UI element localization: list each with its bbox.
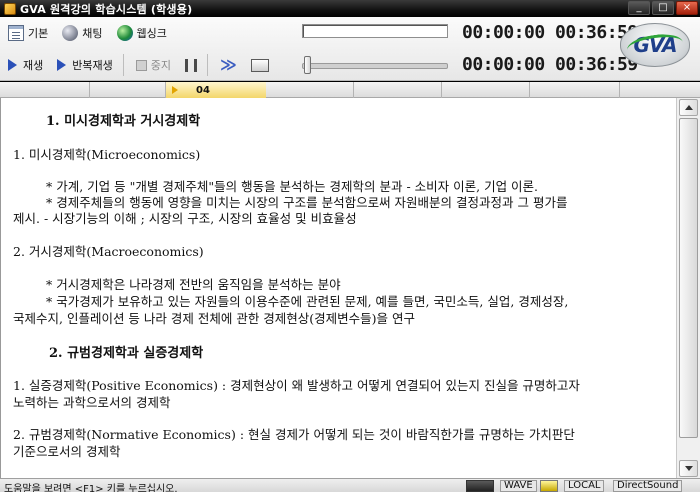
status-wave: WAVE: [500, 480, 537, 492]
window-controls: _ □ ×: [628, 1, 698, 15]
toolbar-row-bottom: 재생 반복재생 중지 ≫: [0, 50, 279, 80]
bullet-continuation: 국제수지, 인플레이션 등 나라 경제 전체에 관한 경제현상(경제변수들)을 …: [13, 311, 416, 326]
status-help-text: 도움말을 보려면 <F1> 키를 누르십시오.: [4, 484, 178, 492]
toolbar-row-top: 기본 채팅 웹싱크: [0, 18, 173, 48]
close-button[interactable]: ×: [676, 1, 698, 15]
exit-icon: [250, 58, 269, 72]
gva-logo: GVA: [620, 23, 690, 67]
audio-device-icon: [466, 480, 494, 492]
chapter-segment[interactable]: [266, 82, 354, 98]
globe-icon: [116, 25, 133, 41]
chapter-segment[interactable]: [0, 82, 90, 98]
scroll-down-button[interactable]: [679, 460, 698, 477]
seek-slider-track[interactable]: [302, 63, 448, 69]
chapter-segment[interactable]: [354, 82, 442, 98]
progress-field: [302, 24, 448, 38]
stop-label: 중지: [150, 59, 171, 72]
stop-button[interactable]: 중지: [128, 54, 177, 76]
subsection-continuation: 노력하는 과학으로서의 경제학: [13, 395, 171, 410]
current-chapter[interactable]: 04: [166, 82, 266, 98]
chapter-segment[interactable]: [90, 82, 166, 98]
status-bar: 도움말을 보려면 <F1> 키를 누르십시오. WAVE LOCAL Direc…: [0, 478, 700, 492]
chapter-segment[interactable]: [530, 82, 620, 98]
basic-button[interactable]: 기본: [0, 22, 54, 44]
weblink-button[interactable]: 웹싱크: [109, 22, 173, 44]
lecture-content: 1. 미시경제학과 거시경제학 1. 미시경제학(Microeconomics)…: [0, 98, 676, 478]
play-icon: [8, 59, 17, 71]
window-title: GVA 원격강의 학습시스템 (학생용): [20, 2, 193, 16]
chat-button[interactable]: 채팅: [54, 22, 108, 44]
fast-forward-icon: ≫: [219, 55, 237, 74]
status-local: LOCAL: [564, 480, 605, 492]
chapter-bar: 04: [0, 82, 700, 98]
section-heading: 1. 미시경제학과 거시경제학: [46, 114, 201, 129]
repeat-play-label: 반복재생: [72, 59, 113, 72]
chapter-segment[interactable]: [442, 82, 530, 98]
time-display-bottom: 00:00:00 00:36:59: [462, 54, 638, 75]
subsection-title: 2. 거시경제학(Macroeconomics): [13, 244, 204, 259]
document-icon: [8, 25, 24, 41]
exit-button[interactable]: [243, 54, 279, 76]
chat-label: 채팅: [82, 27, 103, 40]
network-icon: [540, 480, 558, 492]
stop-icon: [135, 59, 147, 71]
status-sound: DirectSound: [613, 480, 683, 492]
current-chapter-number: 04: [196, 84, 210, 96]
minimize-button[interactable]: _: [628, 1, 650, 15]
scroll-thumb[interactable]: [679, 118, 698, 438]
pause-icon: [184, 58, 197, 72]
current-chapter-arrow-icon: [172, 86, 178, 94]
subsection-continuation: 기준으로서의 경제학: [13, 444, 121, 459]
app-icon: [4, 2, 16, 15]
basic-label: 기본: [28, 27, 49, 40]
play-label: 재생: [23, 59, 44, 72]
subsection-title: 1. 미시경제학(Microeconomics): [13, 147, 201, 162]
repeat-play-button[interactable]: 반복재생: [49, 54, 118, 76]
pause-button[interactable]: [177, 54, 203, 76]
section-heading: 2. 규범경제학과 실증경제학: [49, 346, 204, 361]
maximize-button[interactable]: □: [652, 1, 674, 15]
toolbar-separator: [122, 54, 124, 76]
chat-icon: [62, 25, 79, 41]
repeat-play-icon: [57, 59, 67, 71]
toolbar: 기본 채팅 웹싱크 재생 반복재생 중지 ≫ 00:00:00 00:36:59…: [0, 17, 700, 81]
seek-slider-thumb[interactable]: [304, 56, 311, 74]
title-bar: GVA 원격강의 학습시스템 (학생용) _ □ ×: [0, 0, 700, 17]
time-display-top: 00:00:00 00:36:59: [462, 22, 638, 43]
play-button[interactable]: 재생: [0, 54, 49, 76]
weblink-label: 웹싱크: [136, 27, 167, 40]
scroll-up-button[interactable]: [679, 99, 698, 116]
vertical-scrollbar[interactable]: [676, 98, 700, 478]
toolbar-separator: [206, 54, 208, 76]
bullet-continuation: 제시. - 시장기능의 이해 ; 시장의 구조, 시장의 효율성 및 비효율성: [13, 211, 357, 226]
fast-forward-button[interactable]: ≫: [212, 54, 243, 76]
